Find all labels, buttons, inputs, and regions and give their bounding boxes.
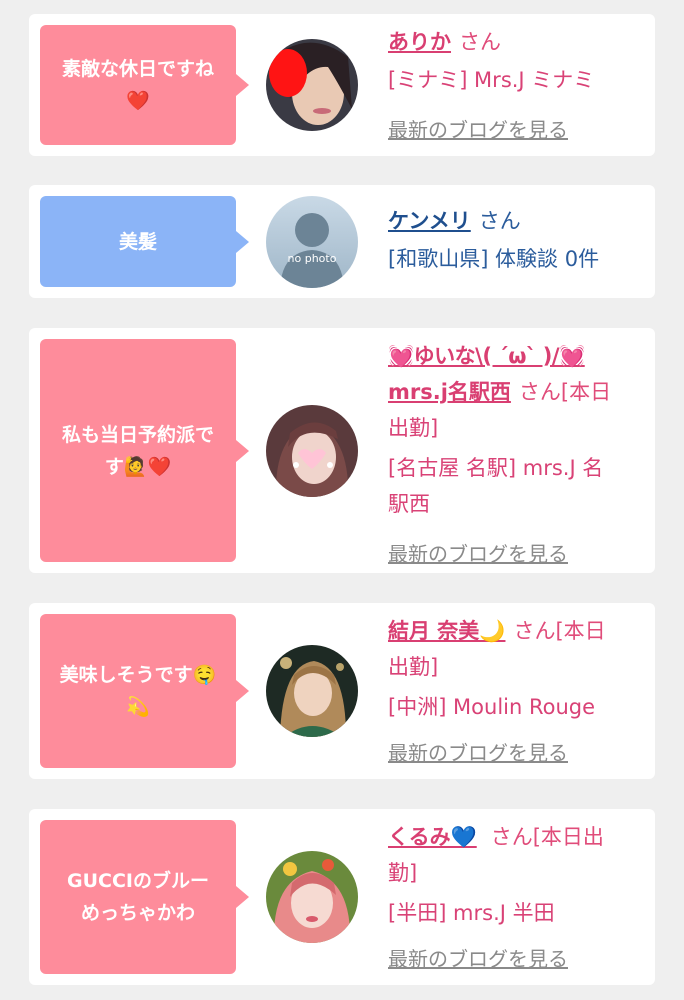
reviewer-info: ありか さん [ミナミ] Mrs.J ミナミ 最新のブログを見る [388,24,646,148]
review-list: 素敵な休日ですね ❤️ ありか さん [ミナミ] Mrs.J ミナミ 最新のブログ… [0,0,684,1000]
no-photo-avatar[interactable]: no photo [266,196,358,288]
honorific: さん[本日 [513,619,606,643]
comment-text-cont: めっちゃかわ [80,902,195,924]
honorific: さん [459,30,501,54]
reviewer-info: 結月 奈美🌙 さん[本日 出勤] [中洲] Moulin Rouge 最新のブログ… [388,613,646,771]
no-photo-caption: no photo [288,252,337,265]
shop-detail: [名古屋 名駅] mrs.J 名 [388,456,604,480]
avatar[interactable] [266,39,358,131]
heart-icon: ❤️ [126,90,150,112]
comment-text: 美味しそうです🤤 [59,664,217,686]
reviewer-info: くるみ💙 さん[本日出 勤] [半田] mrs.J 半田 最新のブログを見る [388,819,646,977]
reviewer-name-link[interactable]: 💓ゆいな\( ´ω` )/💓 [388,338,646,374]
reviewer-name-link[interactable]: 結月 奈美🌙 [388,619,505,643]
reviewer-info: 💓ゆいな\( ´ω` )/💓 mrs.j名駅西 さん[本日 出勤] [名古屋 名駅… [388,338,646,572]
reviewer-name-link[interactable]: くるみ💙 [388,825,477,849]
review-card: GUCCIのブルー めっちゃかわ くるみ💙 さん[本日出 勤] [半田] mrs.… [29,809,655,985]
shop-name-link[interactable]: mrs.j名駅西 [388,380,511,404]
honorific: さん[本日 [518,380,612,404]
review-card: 私も当日予約派で す🙋❤️ 💓ゆいな\( ´ω` )/💓 mrs.j名駅西 さん[… [29,328,655,573]
comment-text: 私も当日予約派で [61,423,214,446]
honorific-cont: 勤] [388,861,418,885]
avatar[interactable] [266,851,358,943]
reviewer-info: ケンメリ さん [和歌山県] 体験談 0件 [388,203,646,277]
shop-detail: [和歌山県] 体験談 0件 [388,247,600,271]
honorific: さん [478,209,521,233]
comment-bubble: 私も当日予約派で す🙋❤️ [40,339,249,562]
review-card: 美髪 no photo ケンメリ さん [和歌山県] 体験談 0件 [29,185,655,298]
latest-blog-link[interactable]: 最新のブログを見る [388,941,646,977]
comment-bubble: 美髪 [40,196,249,287]
latest-blog-link[interactable]: 最新のブログを見る [388,112,646,148]
comment-text-cont: す🙋❤️ [104,455,172,478]
comment-text: GUCCIのブルー [67,870,209,892]
comment-bubble: GUCCIのブルー めっちゃかわ [40,820,249,974]
reviewer-name-link[interactable]: ケンメリ [388,209,471,233]
honorific-cont: 出勤] [388,655,439,679]
honorific-cont: 出勤] [388,416,439,440]
shop-detail: [中洲] Moulin Rouge [388,695,596,719]
avatar[interactable] [266,645,358,737]
shop-detail: [半田] mrs.J 半田 [388,901,555,925]
shop-detail-cont: 駅西 [388,492,430,516]
shop-detail: [ミナミ] Mrs.J ミナミ [388,68,595,92]
comment-bubble: 素敵な休日ですね ❤️ [40,25,249,145]
latest-blog-link[interactable]: 最新のブログを見る [388,735,646,771]
reviewer-name-link[interactable]: ありか [388,30,451,54]
comment-bubble: 美味しそうです🤤 💫 [40,614,249,768]
latest-blog-link[interactable]: 最新のブログを見る [388,536,646,572]
comment-text: 美髪 [118,230,157,253]
review-card: 素敵な休日ですね ❤️ ありか さん [ミナミ] Mrs.J ミナミ 最新のブログ… [29,14,655,156]
comment-text-cont: 💫 [126,696,150,718]
comment-text: 素敵な休日ですね [61,58,214,80]
review-card: 美味しそうです🤤 💫 結月 奈美🌙 さん[本日 出勤] [中洲] Moulin R… [29,603,655,779]
honorific: さん[本日出 [490,825,604,849]
avatar[interactable] [266,405,358,497]
